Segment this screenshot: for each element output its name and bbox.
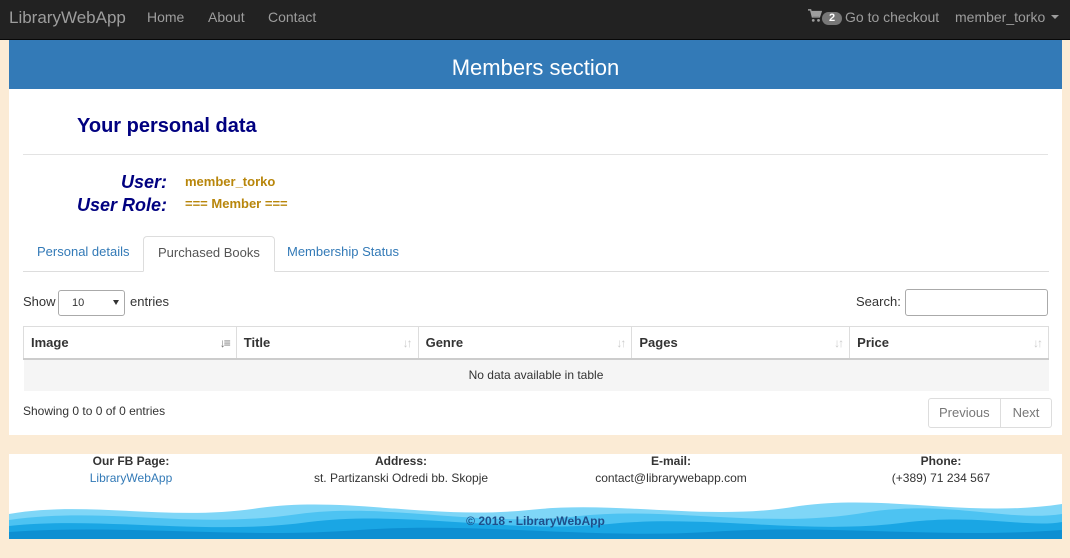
column-label: Pages <box>639 334 678 350</box>
navbar: LibraryWebApp Home About Contact 2 Go to… <box>0 0 1070 40</box>
email-label: E-mail: <box>650 454 691 468</box>
column-label: Title <box>243 334 271 350</box>
show-label: Show <box>23 294 56 309</box>
user-label: User: <box>120 172 167 192</box>
footer: Our FB Page: LibraryWebApp Address: st. … <box>9 454 1062 539</box>
column-header-genre[interactable]: Genre ↓↑ <box>417 326 633 360</box>
nav-about[interactable]: About <box>208 0 245 34</box>
personal-data-heading: Your personal data <box>77 115 257 137</box>
table-row: No data available in table <box>23 358 1049 391</box>
checkout-link[interactable]: 2 Go to checkout <box>808 0 939 34</box>
search-label: Search: <box>856 294 901 309</box>
footer-address: Address: st. Partizanski Odredi bb. Skop… <box>296 454 506 487</box>
nav-home[interactable]: Home <box>147 0 184 34</box>
sort-icon: ↓↑ <box>1033 336 1043 350</box>
sort-icon: ↓↑ <box>616 336 626 350</box>
divider <box>23 154 1048 155</box>
table-info: Showing 0 to 0 of 0 entries <box>23 404 166 418</box>
user-menu-dropdown[interactable]: member_torko <box>955 0 1060 34</box>
footer-phone: Phone: (+389) 71 234 567 <box>871 454 1011 487</box>
email-value: contact@librarywebapp.com <box>595 471 747 485</box>
user-role-value: === Member === <box>185 196 288 211</box>
footer-fb: Our FB Page: LibraryWebApp <box>61 454 201 487</box>
tab-purchased-books[interactable]: Purchased Books <box>143 236 275 272</box>
cart-icon <box>808 9 822 22</box>
user-role-label: User Role: <box>76 195 167 215</box>
footer-email: E-mail: contact@librarywebapp.com <box>576 454 766 487</box>
profile-tabs: Personal details Purchased Books Members… <box>23 236 1049 272</box>
entries-label: entries <box>130 294 170 309</box>
phone-label: Phone: <box>920 454 962 468</box>
column-label: Genre <box>425 334 464 350</box>
sort-icon: ↓↑ <box>834 336 844 350</box>
fb-link[interactable]: LibraryWebApp <box>61 469 201 487</box>
column-header-title[interactable]: Title ↓↑ <box>235 326 419 360</box>
tab-membership-status[interactable]: Membership Status <box>273 236 413 272</box>
purchased-books-table: Image ↓≡ Title ↓↑ Genre ↓↑ Pages ↓↑ Pric… <box>23 326 1049 391</box>
section-header: Members section <box>9 40 1062 89</box>
column-header-pages[interactable]: Pages ↓↑ <box>631 326 851 360</box>
address-label: Address: <box>374 454 427 468</box>
column-label: Image <box>31 334 69 350</box>
phone-value: (+389) 71 234 567 <box>891 471 991 485</box>
checkout-label: Go to checkout <box>845 9 940 25</box>
fb-label: Our FB Page: <box>92 454 170 468</box>
page-length-value: 10 <box>72 297 85 309</box>
pagination: Previous Next <box>928 398 1053 428</box>
sort-icon: ↓↑ <box>402 336 413 350</box>
user-value: member_torko <box>185 174 276 189</box>
members-panel: Members section Your personal data User:… <box>9 40 1062 435</box>
column-label: Price <box>857 334 889 350</box>
column-header-price[interactable]: Price ↓↑ <box>849 326 1049 360</box>
caret-down-icon <box>1051 15 1060 19</box>
sort-asc-icon: ↓≡ <box>219 336 231 350</box>
copyright: © 2018 - LibraryWebApp <box>466 514 605 528</box>
page-length-select[interactable]: 10 <box>58 290 125 316</box>
nav-contact[interactable]: Contact <box>268 0 316 34</box>
empty-table-message: No data available in table <box>23 358 1049 391</box>
column-header-image[interactable]: Image ↓≡ <box>23 326 237 360</box>
user-menu-label: member_torko <box>955 9 1046 25</box>
brand-link[interactable]: LibraryWebApp <box>9 0 126 36</box>
table-header-row: Image ↓≡ Title ↓↑ Genre ↓↑ Pages ↓↑ Pric… <box>23 326 1049 360</box>
cart-count-badge: 2 <box>822 11 842 25</box>
address-value: st. Partizanski Odredi bb. Skopje <box>313 471 489 485</box>
search-input[interactable] <box>905 289 1048 316</box>
tab-personal-details[interactable]: Personal details <box>23 236 144 272</box>
next-button[interactable]: Next <box>1000 398 1053 428</box>
dropdown-arrow-icon <box>113 300 119 305</box>
previous-button[interactable]: Previous <box>928 398 1001 428</box>
